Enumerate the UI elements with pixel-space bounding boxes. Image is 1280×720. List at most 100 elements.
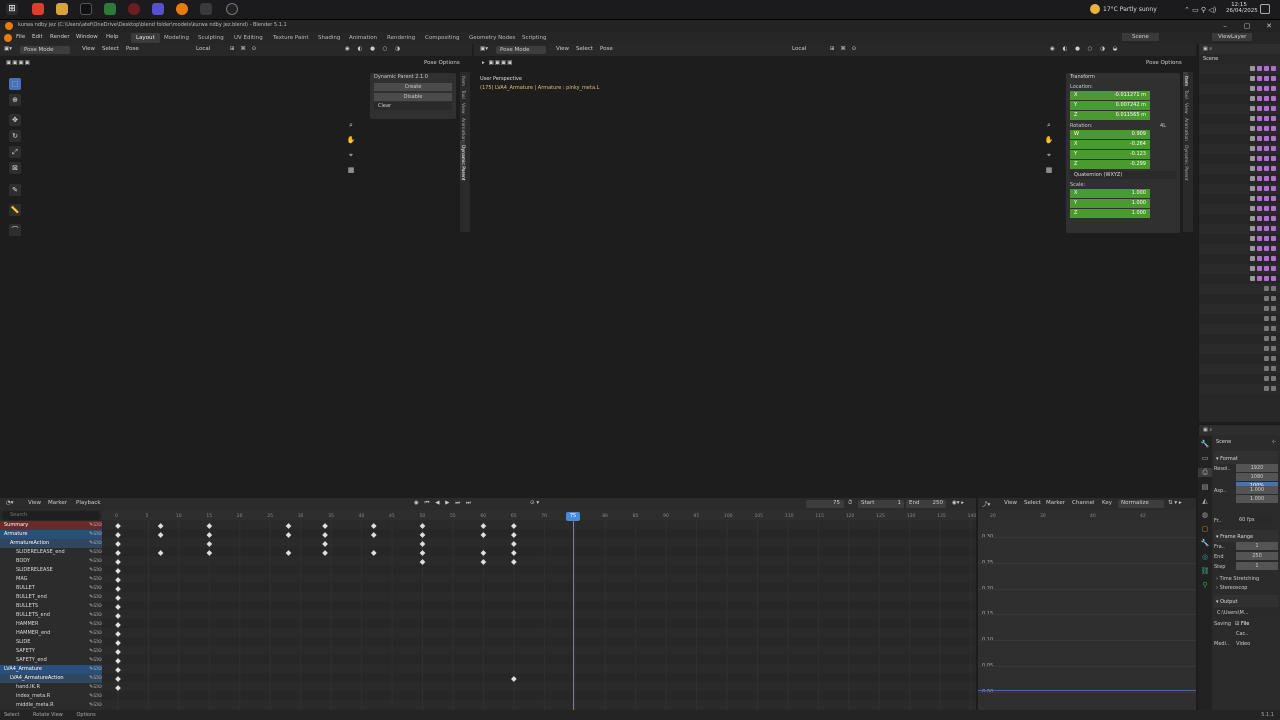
channel-row[interactable]: BULLET ✎☑⊙ bbox=[0, 584, 102, 593]
visibility-toggle-icon[interactable] bbox=[1250, 156, 1255, 161]
visibility-toggle-icon[interactable] bbox=[1264, 136, 1269, 141]
left-grid-icon[interactable]: ▦ bbox=[346, 165, 356, 175]
blender-icon[interactable] bbox=[176, 3, 188, 15]
channel-toggle-icons[interactable]: ✎☑⊙ bbox=[89, 620, 102, 629]
outliner-row[interactable] bbox=[1199, 174, 1280, 184]
visibility-toggle-icon[interactable] bbox=[1264, 376, 1269, 381]
channel-toggle-icons[interactable]: ✎☑⊙ bbox=[89, 656, 102, 665]
right-menu-pose[interactable]: Pose bbox=[600, 46, 613, 52]
visibility-toggle-icon[interactable] bbox=[1250, 166, 1255, 171]
rotation-mode-dropdown[interactable]: Quaternion (WXYZ) bbox=[1070, 171, 1176, 179]
data-tab-icon[interactable]: ⚲ bbox=[1198, 581, 1212, 589]
channel-toggle-icons[interactable]: ✎☑⊙ bbox=[89, 611, 102, 620]
channel-toggle-icons[interactable]: ✎☑⊙ bbox=[89, 665, 102, 674]
timeline-menu-playback[interactable]: Playback bbox=[76, 500, 101, 506]
visibility-toggle-icon[interactable] bbox=[1264, 126, 1269, 131]
right-tab-view[interactable]: View bbox=[1183, 99, 1188, 114]
world-tab-icon[interactable]: ◍ bbox=[1198, 511, 1212, 519]
channel-row[interactable]: SLIDERELEASE ✎☑⊙ bbox=[0, 566, 102, 575]
channel-toggle-icons[interactable]: ✎☑⊙ bbox=[89, 647, 102, 656]
visibility-toggle-icon[interactable] bbox=[1271, 286, 1276, 291]
visibility-toggle-icon[interactable] bbox=[1264, 236, 1269, 241]
visibility-toggle-icon[interactable] bbox=[1250, 126, 1255, 131]
visibility-toggle-icon[interactable] bbox=[1257, 276, 1262, 281]
app3-icon[interactable] bbox=[226, 3, 238, 15]
visibility-toggle-icon[interactable] bbox=[1264, 386, 1269, 391]
right-tab-dynamic-parent[interactable]: Dynamic Parent bbox=[1183, 141, 1188, 181]
workspace-tab-modeling[interactable]: Modeling bbox=[159, 33, 194, 43]
opera-icon[interactable] bbox=[128, 3, 140, 15]
tool-tab-icon[interactable]: 🔧 bbox=[1198, 440, 1212, 448]
measure-tool-icon[interactable]: 📏 bbox=[9, 204, 21, 216]
channel-row[interactable]: middle_meta.R ✎☑⊙ bbox=[0, 701, 102, 710]
left-orientation-dropdown[interactable]: Local bbox=[196, 46, 210, 52]
outliner-row[interactable] bbox=[1199, 334, 1280, 344]
outliner-row[interactable] bbox=[1199, 244, 1280, 254]
rotation-z-field[interactable]: Z -0.299 bbox=[1070, 160, 1150, 169]
visibility-toggle-icon[interactable] bbox=[1257, 146, 1262, 151]
visibility-toggle-icon[interactable] bbox=[1264, 346, 1269, 351]
right-tab-item[interactable]: Item bbox=[1183, 72, 1188, 87]
workspace-tab-uv-editing[interactable]: UV Editing bbox=[229, 33, 268, 43]
outliner-row[interactable] bbox=[1199, 164, 1280, 174]
visibility-toggle-icon[interactable] bbox=[1264, 246, 1269, 251]
visibility-toggle-icon[interactable] bbox=[1264, 266, 1269, 271]
graph-menu-view[interactable]: View bbox=[1004, 500, 1017, 506]
visibility-toggle-icon[interactable] bbox=[1271, 296, 1276, 301]
output-tab-icon[interactable]: ⎙ bbox=[1198, 468, 1212, 477]
visibility-toggle-icon[interactable] bbox=[1264, 86, 1269, 91]
visibility-toggle-icon[interactable] bbox=[1271, 246, 1276, 251]
time-stretching-header[interactable]: › Time Stretching bbox=[1214, 572, 1278, 583]
visibility-toggle-icon[interactable] bbox=[1257, 186, 1262, 191]
left-snap-icons[interactable]: ⊞ ⌘ ⊙ bbox=[230, 46, 258, 52]
app2-icon[interactable] bbox=[200, 3, 212, 15]
right-menu-view[interactable]: View bbox=[556, 46, 569, 52]
outliner-row[interactable] bbox=[1199, 134, 1280, 144]
visibility-toggle-icon[interactable] bbox=[1264, 256, 1269, 261]
weather-text[interactable]: 17°C Partly sunny bbox=[1103, 6, 1157, 13]
view-layer-tab-icon[interactable]: ▤ bbox=[1198, 483, 1212, 491]
menu-edit[interactable]: Edit bbox=[32, 34, 43, 40]
visibility-toggle-icon[interactable] bbox=[1250, 66, 1255, 71]
visibility-toggle-icon[interactable] bbox=[1250, 196, 1255, 201]
channel-toggle-icons[interactable]: ✎☑⊙ bbox=[89, 593, 102, 602]
visibility-toggle-icon[interactable] bbox=[1271, 276, 1276, 281]
graph-menu-key[interactable]: Key bbox=[1102, 500, 1112, 506]
left-viewport[interactable] bbox=[0, 56, 472, 498]
visibility-toggle-icon[interactable] bbox=[1257, 196, 1262, 201]
aspect-y-field[interactable]: 1.000 bbox=[1236, 495, 1278, 503]
channel-row[interactable]: HAMMER ✎☑⊙ bbox=[0, 620, 102, 629]
playback-controls[interactable]: ◉ ⏮ ◀ ▶ ⏭ ⏭ bbox=[414, 500, 473, 507]
workspace-tab-geometry-nodes[interactable]: Geometry Nodes bbox=[464, 33, 520, 43]
visibility-toggle-icon[interactable] bbox=[1257, 106, 1262, 111]
visibility-toggle-icon[interactable] bbox=[1264, 326, 1269, 331]
visibility-toggle-icon[interactable] bbox=[1264, 216, 1269, 221]
channel-row[interactable]: BULLET_end ✎☑⊙ bbox=[0, 593, 102, 602]
right-orientation-dropdown[interactable]: Local bbox=[792, 46, 806, 52]
visibility-toggle-icon[interactable] bbox=[1257, 96, 1262, 101]
visibility-toggle-icon[interactable] bbox=[1250, 96, 1255, 101]
visibility-toggle-icon[interactable] bbox=[1264, 146, 1269, 151]
workspace-tab-texture-paint[interactable]: Texture Paint bbox=[268, 33, 314, 43]
channel-toggle-icons[interactable]: ✎☑⊙ bbox=[89, 530, 102, 539]
visibility-toggle-icon[interactable] bbox=[1264, 276, 1269, 281]
graph-area[interactable] bbox=[978, 510, 1196, 710]
visibility-toggle-icon[interactable] bbox=[1257, 266, 1262, 271]
visibility-toggle-icon[interactable] bbox=[1271, 266, 1276, 271]
cache-row[interactable]: Cac.. bbox=[1214, 629, 1278, 639]
keying-icons[interactable]: ⊙ ▾ bbox=[530, 500, 539, 506]
visibility-toggle-icon[interactable] bbox=[1257, 126, 1262, 131]
visibility-toggle-icon[interactable] bbox=[1257, 236, 1262, 241]
timeline-menu-view[interactable]: View bbox=[28, 500, 41, 506]
channel-row[interactable]: MAG ✎☑⊙ bbox=[0, 575, 102, 584]
visibility-toggle-icon[interactable] bbox=[1271, 306, 1276, 311]
channel-row[interactable]: SAFETY_end ✎☑⊙ bbox=[0, 656, 102, 665]
visibility-toggle-icon[interactable] bbox=[1271, 366, 1276, 371]
left-tab-animation[interactable]: Animation bbox=[460, 114, 465, 141]
transform-tool-icon[interactable]: ⊠ bbox=[9, 162, 21, 174]
visibility-toggle-icon[interactable] bbox=[1271, 316, 1276, 321]
close-icon[interactable]: ✕ bbox=[1258, 20, 1280, 32]
visibility-toggle-icon[interactable] bbox=[1271, 116, 1276, 121]
channel-row[interactable]: Summary ✎☑⊙ bbox=[0, 521, 102, 530]
visibility-toggle-icon[interactable] bbox=[1257, 116, 1262, 121]
